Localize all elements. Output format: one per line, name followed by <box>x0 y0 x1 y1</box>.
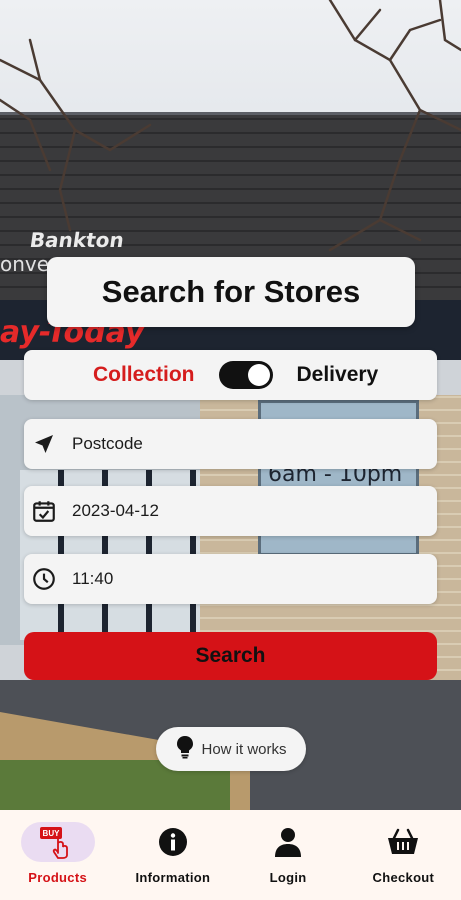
how-it-works-label: How it works <box>201 740 287 758</box>
user-icon <box>251 822 325 862</box>
page-title-card: Search for Stores <box>47 257 415 327</box>
fulfilment-mode-toggle: Collection Delivery <box>24 350 437 400</box>
nav-label-login: Login <box>269 870 307 885</box>
buy-tap-icon: BUY <box>20 822 95 862</box>
bottom-nav: BUY Products Information Login Checkout <box>0 810 461 900</box>
calendar-check-icon <box>30 497 58 525</box>
how-it-works-button[interactable]: How it works <box>156 727 306 771</box>
info-icon <box>136 822 210 862</box>
time-field[interactable]: 11:40 <box>24 554 437 604</box>
nav-item-login[interactable]: Login <box>231 810 346 900</box>
date-field[interactable]: 2023-04-12 <box>24 486 437 536</box>
date-input[interactable]: 2023-04-12 <box>72 501 159 521</box>
postcode-field[interactable]: Postcode <box>24 419 437 469</box>
nav-item-information[interactable]: Information <box>115 810 230 900</box>
postcode-input[interactable]: Postcode <box>72 434 143 454</box>
nav-label-products: Products <box>28 870 87 885</box>
clock-icon <box>30 565 58 593</box>
basket-icon <box>366 822 440 862</box>
svg-text:BUY: BUY <box>42 829 60 838</box>
page-title: Search for Stores <box>101 274 361 309</box>
delivery-option[interactable]: Delivery <box>297 363 417 387</box>
nav-label-checkout: Checkout <box>372 870 435 885</box>
collection-option[interactable]: Collection <box>45 363 195 387</box>
lightbulb-icon <box>175 735 195 764</box>
nav-label-information: Information <box>135 870 211 885</box>
time-input[interactable]: 11:40 <box>72 569 113 589</box>
navigation-arrow-icon <box>30 430 58 458</box>
search-button[interactable]: Search <box>24 632 437 680</box>
mode-switch-knob <box>247 364 270 386</box>
search-button-label: Search <box>195 644 266 667</box>
nav-item-checkout[interactable]: Checkout <box>346 810 461 900</box>
mode-switch[interactable] <box>218 361 273 389</box>
nav-item-products[interactable]: BUY Products <box>0 810 115 900</box>
